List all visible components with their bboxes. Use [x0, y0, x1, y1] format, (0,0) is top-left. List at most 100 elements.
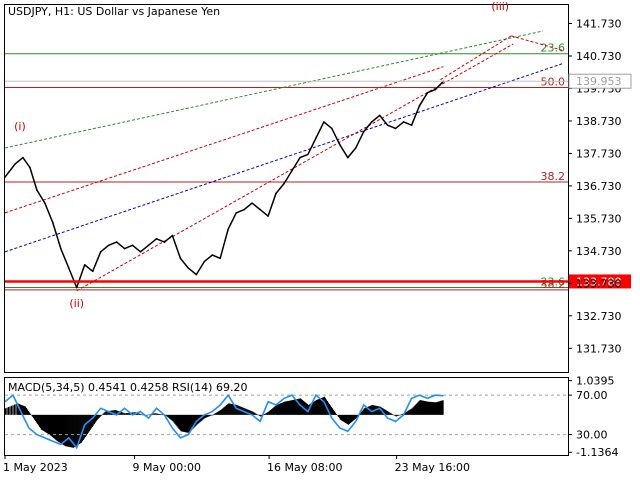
- price-point-34: [275, 192, 277, 195]
- ind-tick-label-0: 1.0395: [576, 375, 615, 388]
- macd-bar-15-6: [142, 414, 144, 416]
- price-point-12: [99, 251, 102, 253]
- price-point-8: [67, 267, 70, 269]
- macd-bar-15-5: [140, 414, 142, 415]
- price-point-39: [315, 137, 317, 139]
- price-tick-label-6: 135.730: [576, 212, 622, 225]
- macd-bar-0-4: [10, 405, 13, 415]
- price-point-5: [44, 202, 46, 204]
- price-point-47: [378, 114, 381, 117]
- fib-label-0: 23.6: [541, 42, 566, 55]
- price-tick-label-4: 137.730: [576, 147, 622, 160]
- wave-label-0: (i): [14, 120, 26, 133]
- macd-bar-39-4: [335, 414, 338, 415]
- header-timeframe: H1: [55, 5, 70, 18]
- price-point-15: [123, 247, 126, 250]
- price-point-35: [283, 182, 285, 185]
- chart-header: USDJPY, H1: US Dollar vs Japanese Yen: [8, 5, 220, 18]
- macd-bar-16-7: [153, 413, 155, 415]
- time-tick-label-0: 1 May 2023: [3, 461, 68, 474]
- price-point-0: [4, 176, 6, 178]
- price-point-49: [394, 127, 397, 130]
- price-point-18: [147, 244, 150, 247]
- indicator-header: MACD(5,34,5) 0.4541 0.4258 RSI(14) 69.20: [8, 381, 247, 394]
- price-point-1: [14, 163, 16, 165]
- fib-label-1: 50.0: [541, 75, 566, 88]
- price-point-44: [354, 147, 357, 149]
- price-point-28: [227, 228, 230, 230]
- price-point-33: [267, 215, 269, 217]
- macd-bar-17-2: [156, 413, 159, 415]
- macd-bar-17-4: [159, 414, 161, 415]
- price-point-21: [171, 234, 174, 237]
- price-point-13: [107, 244, 110, 247]
- price-point-16: [131, 244, 134, 247]
- price-point-41: [331, 127, 333, 130]
- usdjpy-chart: 23.650.038.223.638.2 (i)(ii)(iii) 133.78…: [0, 0, 640, 480]
- macd-bar-16-3: [148, 414, 150, 416]
- macd-bar-17-5: [160, 414, 162, 415]
- macd-bar-0-3: [9, 406, 11, 415]
- time-tick-label-3: 23 May 16:00: [395, 461, 470, 474]
- macd-bar-0-5: [12, 405, 14, 415]
- wave-label-1: (ii): [69, 297, 84, 310]
- price-point-4: [36, 189, 38, 191]
- fib-label-2: 38.2: [541, 170, 566, 183]
- time-tick-label-2: 16 May 08:00: [267, 461, 342, 474]
- price-point-24: [195, 273, 198, 276]
- price-point-37: [299, 156, 301, 159]
- price-point-45: [362, 130, 365, 133]
- price-point-10: [83, 264, 86, 266]
- price-point-46: [370, 121, 373, 123]
- price-point-11: [91, 270, 94, 273]
- price-point-52: [418, 104, 421, 107]
- price-tick-label-5: 136.730: [576, 180, 622, 193]
- price-point-3: [29, 166, 31, 169]
- current-price-label: 139.953: [576, 75, 622, 88]
- price-tick-label-0: 141.730: [576, 18, 622, 31]
- price-point-54: [434, 88, 437, 91]
- header-description: US Dollar vs Japanese Yen: [77, 5, 220, 18]
- price-point-6: [52, 221, 54, 224]
- macd-bar-13-5: [120, 411, 123, 415]
- price-point-20: [163, 241, 166, 243]
- price-tick-label-1: 140.730: [576, 50, 622, 63]
- price-point-31: [251, 202, 253, 204]
- macd-bar-12-0: [104, 411, 106, 415]
- macd-bar-2-5: [29, 413, 32, 415]
- ind-tick-label-2: 30.00: [576, 429, 608, 442]
- fib-label-4: 38.2: [541, 278, 566, 291]
- macd-bar-52-7: [442, 400, 444, 415]
- price-point-26: [211, 254, 214, 256]
- price-tick-label-3: 138.730: [576, 115, 622, 128]
- price-point-32: [259, 208, 261, 211]
- price-point-38: [307, 153, 309, 156]
- price-point-30: [243, 208, 245, 211]
- macd-bar-15-3: [138, 413, 140, 415]
- price-point-53: [426, 91, 429, 94]
- price-point-2: [22, 156, 24, 159]
- price-point-50: [402, 121, 405, 123]
- macd-bar-24-0: [212, 414, 214, 416]
- price-point-9: [75, 286, 78, 289]
- macd-bar-0-7: [15, 403, 17, 415]
- macd-bar-13-6: [122, 412, 124, 415]
- price-tick-label-7: 134.730: [576, 245, 622, 258]
- macd-bar-0-2: [7, 407, 10, 415]
- price-point-23: [187, 267, 190, 269]
- price-point-22: [179, 257, 182, 260]
- ind-tick-label-1: 70.00: [576, 389, 608, 402]
- macd-bar-17-1: [155, 413, 157, 415]
- ind-tick-label-3: -1.1364: [576, 446, 618, 459]
- price-point-27: [219, 257, 222, 260]
- macd-bar-14-0: [124, 413, 126, 415]
- price-point-17: [139, 251, 142, 253]
- price-point-42: [339, 143, 341, 146]
- price-point-14: [115, 241, 118, 243]
- macd-bar-17-3: [158, 413, 160, 415]
- price-point-19: [155, 238, 158, 240]
- price-point-36: [291, 169, 293, 172]
- price-tick-label-10: 131.730: [576, 342, 622, 355]
- price-point-40: [323, 121, 325, 123]
- macd-bar-13-7: [123, 412, 125, 415]
